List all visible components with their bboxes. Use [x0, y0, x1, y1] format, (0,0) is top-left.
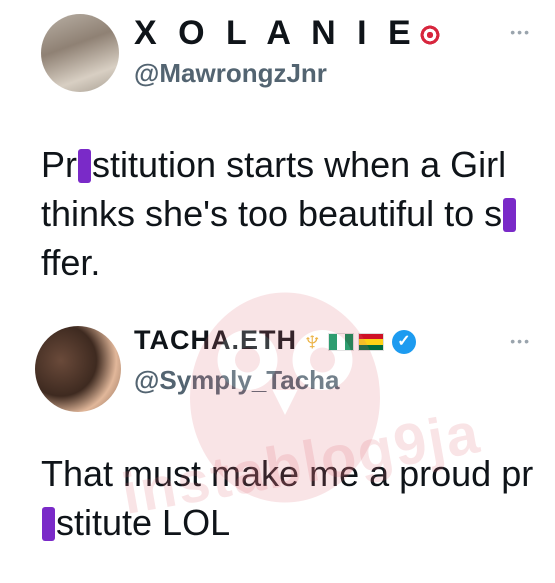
- display-name-text: TACHA.ETH: [134, 325, 297, 355]
- trident-icon: ♆: [300, 324, 325, 358]
- redaction-mark: [503, 198, 517, 232]
- redaction-mark: [78, 149, 91, 183]
- tweet-text-part: stitution starts when a Girl thinks she'…: [41, 144, 507, 234]
- nigeria-flag-icon: [328, 332, 355, 351]
- tweet-text-part: ffer.: [41, 242, 101, 283]
- tweet-text-part: Pr: [41, 144, 77, 185]
- verified-badge-icon: ✓: [392, 329, 417, 354]
- tweet-text: Pr stitution starts when a Girl thinks sh…: [41, 140, 541, 287]
- more-options-icon[interactable]: •••: [510, 333, 531, 349]
- avatar[interactable]: [35, 326, 121, 412]
- redaction-mark: [42, 507, 55, 541]
- display-name[interactable]: TACHA.ETH ♆ ✓: [134, 324, 417, 358]
- target-emoji-icon: [418, 24, 441, 47]
- username[interactable]: @MawrongzJnr: [134, 58, 327, 89]
- more-options-icon[interactable]: •••: [510, 24, 531, 40]
- username[interactable]: @Symply_Tacha: [134, 365, 340, 396]
- tweet-1[interactable]: X O L A N I E @MawrongzJnr ••• Pr stituti…: [0, 0, 555, 305]
- avatar[interactable]: [41, 14, 119, 92]
- ghana-flag-icon: [358, 332, 385, 351]
- display-name[interactable]: X O L A N I E: [134, 14, 441, 53]
- name-emojis: ♆ ✓: [300, 324, 417, 358]
- display-name-text: X O L A N I E: [134, 14, 417, 52]
